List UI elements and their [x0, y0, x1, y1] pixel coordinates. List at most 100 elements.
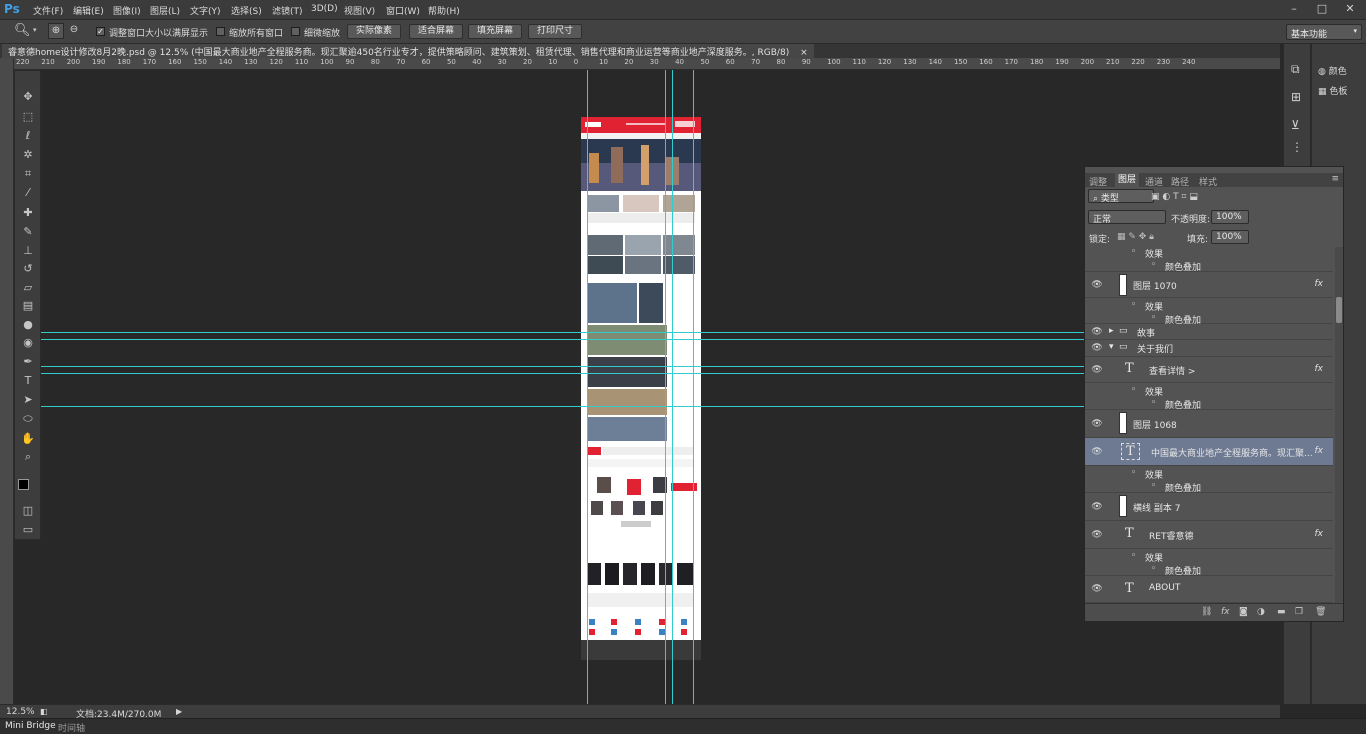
layer-name[interactable]: 查看详情 >: [1149, 364, 1195, 377]
gradient-tool-icon[interactable]: ▤: [19, 298, 37, 314]
layer-effects-row[interactable]: ◦ 效果 ◦ 颜色叠加: [1085, 383, 1333, 411]
menu-view[interactable]: 视图(V): [344, 4, 375, 17]
guide-vertical[interactable]: [665, 70, 666, 704]
effect-eye-icon[interactable]: ◦: [1151, 313, 1156, 323]
layer-row[interactable]: 👁︎ 图层 1070 fx: [1085, 272, 1333, 298]
menu-file[interactable]: 文件(F): [33, 4, 63, 17]
layer-name[interactable]: 图层 1068: [1133, 418, 1177, 431]
tab-styles[interactable]: 样式: [1199, 175, 1217, 188]
expand-arrow-icon[interactable]: ▸: [1109, 326, 1114, 336]
move-tool-icon[interactable]: ✥: [19, 89, 37, 105]
horizontal-ruler[interactable]: 220 210 200 190 180 170 160 150 140 130 120 110 100 9…: [14, 58, 1280, 70]
clone-stamp-icon[interactable]: ⊥: [19, 243, 37, 259]
foreground-color-swatch[interactable]: [18, 479, 29, 490]
eyedropper-icon[interactable]: ⁄: [19, 185, 37, 201]
layer-filter-select[interactable]: ⌕ 类型: [1088, 189, 1154, 204]
tab-channels[interactable]: 通道: [1145, 175, 1163, 188]
tool-preset-dropdown-icon[interactable]: ▾: [33, 26, 37, 34]
swatches-panel-tab[interactable]: ▦ 色板: [1318, 84, 1347, 97]
effects-toggle-icon[interactable]: ◦: [1131, 551, 1136, 561]
vertical-ruler[interactable]: [0, 58, 14, 704]
history-brush-icon[interactable]: ↺: [19, 261, 37, 277]
adjustment-layer-icon[interactable]: ◑: [1257, 607, 1265, 617]
layer-name[interactable]: ABOUT: [1149, 583, 1180, 593]
menu-help[interactable]: 帮助(H): [428, 4, 460, 17]
fill-screen-button[interactable]: 填充屏幕: [468, 24, 523, 39]
effects-toggle-icon[interactable]: ◦: [1131, 247, 1136, 257]
tab-mini-bridge[interactable]: Mini Bridge: [5, 721, 56, 731]
quick-mask-icon[interactable]: ◫: [19, 503, 37, 519]
close-window-button[interactable]: ✕: [1340, 1, 1360, 17]
resize-windows-checkbox[interactable]: ✓: [96, 27, 105, 36]
eye-icon[interactable]: 👁︎: [1091, 365, 1103, 375]
filter-icons[interactable]: ▣ ◐ T ⌗ ⬓: [1151, 192, 1198, 202]
brush-preset-icon[interactable]: ⊻: [1291, 118, 1300, 132]
layer-name[interactable]: 关于我们: [1137, 342, 1173, 355]
layer-name[interactable]: 中国最大商业地产全程服务商。现汇聚...: [1151, 446, 1313, 459]
eye-icon[interactable]: 👁︎: [1091, 419, 1103, 429]
menu-edit[interactable]: 编辑(E): [73, 4, 104, 17]
zoom-tool-icon[interactable]: ⌕: [19, 449, 37, 465]
path-selection-icon[interactable]: ➤: [19, 392, 37, 408]
layer-row[interactable]: 👁︎ T RET睿意德 fx: [1085, 521, 1333, 549]
effects-toggle-icon[interactable]: ◦: [1131, 385, 1136, 395]
workspace-select[interactable]: 基本功能 ▾: [1286, 24, 1362, 40]
layers-scrollbar-thumb[interactable]: [1336, 297, 1342, 323]
crop-tool-icon[interactable]: ⌗: [19, 166, 37, 182]
menu-image[interactable]: 图像(I): [113, 4, 141, 17]
panel-menu-icon[interactable]: ≡: [1331, 174, 1339, 184]
guide-vertical[interactable]: [587, 70, 588, 704]
marquee-tool-icon[interactable]: ⬚: [19, 109, 37, 125]
pen-tool-icon[interactable]: ✒: [19, 354, 37, 370]
guide-vertical[interactable]: [693, 70, 694, 704]
healing-brush-icon[interactable]: ✚: [19, 205, 37, 221]
properties-icon[interactable]: ⊞: [1291, 90, 1301, 104]
tab-adjustments[interactable]: 调整: [1089, 175, 1107, 188]
layer-group-row[interactable]: 👁︎ ▾ ▭ 关于我们: [1085, 340, 1333, 357]
actual-pixels-button[interactable]: 实际像素: [347, 24, 402, 39]
zoom-out-icon[interactable]: ⊖: [66, 23, 82, 39]
lasso-tool-icon[interactable]: ℓ: [19, 128, 37, 144]
new-layer-icon[interactable]: ❐: [1295, 607, 1303, 617]
layer-row-selected[interactable]: 👁︎ T 中国最大商业地产全程服务商。现汇聚... fx: [1085, 438, 1333, 466]
layer-row[interactable]: 👁︎ 横线 副本 7: [1085, 493, 1333, 521]
eye-icon[interactable]: 👁︎: [1091, 447, 1103, 457]
document-tab[interactable]: 睿意德home设计修改8月2晚.psd @ 12.5% (中国最大商业地产全程服…: [2, 44, 814, 58]
layer-group-row[interactable]: 👁︎ ▸ ▭ 故事: [1085, 324, 1333, 340]
tab-paths[interactable]: 路径: [1171, 175, 1189, 188]
eraser-tool-icon[interactable]: ▱: [19, 280, 37, 296]
menu-type[interactable]: 文字(Y): [190, 4, 221, 17]
menu-select[interactable]: 选择(S): [231, 4, 262, 17]
menu-layer[interactable]: 图层(L): [150, 4, 180, 17]
eye-icon[interactable]: 👁︎: [1091, 327, 1103, 337]
shape-tool-icon[interactable]: ⬭: [19, 411, 37, 427]
type-tool-icon[interactable]: T: [19, 373, 37, 389]
tab-layers[interactable]: 图层: [1115, 173, 1140, 187]
tab-timeline[interactable]: 时间轴: [58, 721, 85, 734]
eye-icon[interactable]: 👁︎: [1091, 280, 1103, 290]
layer-row[interactable]: 👁︎ T ABOUT: [1085, 576, 1333, 603]
dodge-tool-icon[interactable]: ◉: [19, 335, 37, 351]
close-tab-icon[interactable]: ×: [800, 48, 808, 58]
maximize-button[interactable]: □: [1312, 1, 1332, 17]
brush-tool-icon[interactable]: ✎: [19, 224, 37, 240]
fx-icon[interactable]: fx: [1315, 446, 1324, 456]
fx-icon[interactable]: fx: [1315, 364, 1324, 374]
effect-eye-icon[interactable]: ◦: [1151, 564, 1156, 574]
layer-name[interactable]: RET睿意德: [1149, 529, 1193, 542]
effects-toggle-icon[interactable]: ◦: [1131, 468, 1136, 478]
fx-icon[interactable]: fx: [1315, 529, 1324, 539]
document-canvas[interactable]: [581, 117, 701, 640]
eye-icon[interactable]: 👁︎: [1091, 584, 1103, 594]
menu-window[interactable]: 窗口(W): [386, 4, 420, 17]
layer-row[interactable]: 👁︎ 图层 1068: [1085, 410, 1333, 438]
effect-eye-icon[interactable]: ◦: [1151, 481, 1156, 491]
layer-name[interactable]: 图层 1070: [1133, 279, 1177, 292]
layer-name[interactable]: 故事: [1137, 326, 1155, 339]
guide-vertical[interactable]: [672, 70, 673, 704]
status-menu-icon[interactable]: ◧: [40, 707, 48, 716]
effect-eye-icon[interactable]: ◦: [1151, 260, 1156, 270]
color-panel-tab[interactable]: ◍ 颜色: [1318, 64, 1347, 77]
opacity-input[interactable]: 100%: [1211, 210, 1249, 224]
minimize-button[interactable]: –: [1284, 1, 1304, 17]
